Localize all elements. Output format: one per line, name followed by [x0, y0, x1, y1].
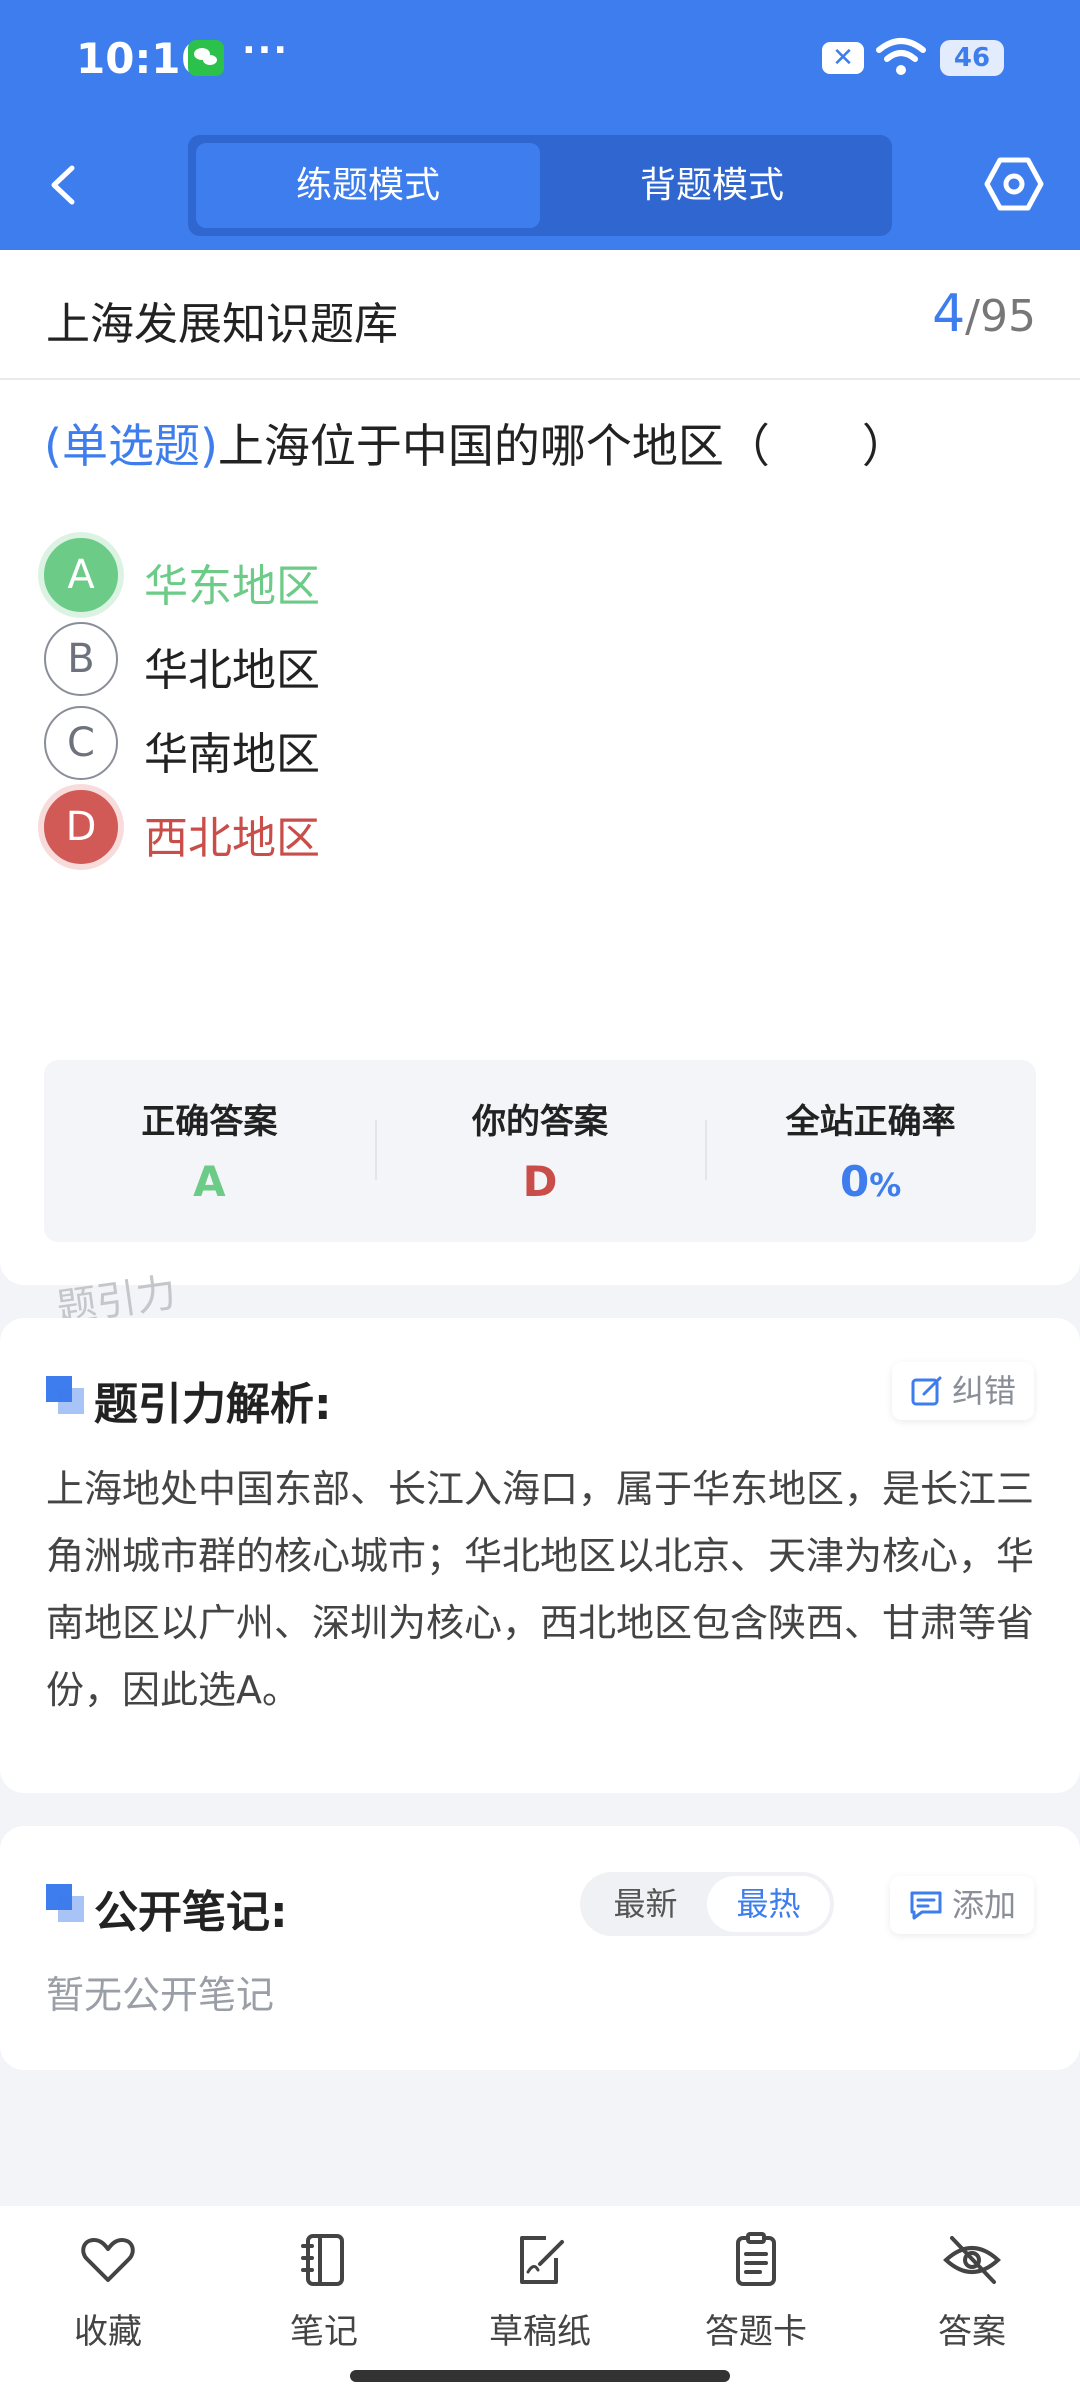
report-error-button[interactable]: 纠错 [891, 1362, 1034, 1420]
stat-label: 全站正确率 [785, 1102, 956, 1142]
stat-label: 正确答案 [141, 1102, 278, 1142]
bottom-label: 答题卡 [705, 2312, 807, 2352]
stat-value: D [522, 1157, 558, 1206]
wechat-icon [188, 40, 224, 76]
option-badge: C [44, 706, 118, 780]
notebook-icon [301, 2234, 344, 2286]
sort-latest[interactable]: 最新 [584, 1876, 707, 1932]
bottom-label: 答案 [938, 2312, 1006, 2352]
progress-current: 4 [932, 284, 966, 344]
rate-number: 0 [840, 1157, 870, 1206]
analysis-text: 上海地处中国东部、长江入海口，属于华东地区，是长江三角洲城市群的核心城市；华北地… [46, 1467, 1035, 1712]
question-text: 上海位于中国的哪个地区（ ） [217, 419, 908, 473]
analysis-section: 题引力解析: 纠错 上海地处中国东部、长江入海口，属于华东地区，是长江三角洲城市… [0, 1318, 1080, 1793]
status-bar: 10:16 ··· ✕ 46 [76, 30, 1004, 86]
add-note-button[interactable]: 添加 [889, 1876, 1034, 1934]
stat-label: 你的答案 [472, 1102, 608, 1142]
mode-switch: 练题模式 背题模式 [188, 135, 892, 236]
section-marker-icon [46, 1376, 84, 1414]
bank-title: 上海发展知识题库 [46, 299, 398, 350]
question-progress[interactable]: 4/95 [932, 284, 1036, 344]
notes-sort-switch: 最新 最热 [580, 1872, 834, 1936]
heart-icon [81, 2238, 135, 2282]
empty-notes-text: 暂无公开笔记 [46, 1973, 275, 2017]
battery-indicator: 46 [940, 40, 1004, 76]
question-card: 上海发展知识题库 4/95 (单选题)上海位于中国的哪个地区（ ） A 华东地区… [0, 250, 1080, 1285]
notes-section: 公开笔记: 最新 最热 添加 暂无公开笔记 [0, 1826, 1080, 2070]
tab-memorize-mode[interactable]: 背题模式 [540, 143, 884, 228]
bottom-label: 草稿纸 [489, 2312, 591, 2352]
progress-separator: / [965, 291, 980, 342]
draft-paper-icon [520, 2236, 564, 2284]
option-text: 华南地区 [144, 729, 320, 780]
edit-icon [911, 1376, 942, 1406]
bank-title-row: 上海发展知识题库 4/95 [0, 250, 1080, 380]
option-c[interactable]: C 华南地区 [44, 706, 944, 782]
mute-icon: ✕ [822, 42, 864, 74]
show-answer-button[interactable]: 答案 [864, 2206, 1080, 2400]
option-d[interactable]: D 西北地区 [44, 790, 944, 866]
more-notifications: ··· [242, 30, 290, 71]
stat-correct-answer: 正确答案 A [44, 1060, 375, 1242]
option-badge: D [44, 790, 118, 864]
sort-hottest[interactable]: 最热 [707, 1876, 830, 1932]
section-marker-icon [46, 1884, 84, 1922]
option-b[interactable]: B 华北地区 [44, 622, 944, 698]
home-indicator[interactable] [350, 2370, 730, 2382]
stat-value: 0% [705, 1157, 1036, 1206]
report-error-label: 纠错 [951, 1372, 1016, 1410]
tab-practice-mode[interactable]: 练题模式 [196, 143, 540, 228]
bottom-label: 收藏 [74, 2312, 142, 2352]
option-badge: A [44, 538, 118, 612]
stat-your-answer: 你的答案 D [374, 1060, 706, 1242]
wifi-icon [876, 38, 926, 75]
eye-off-icon [943, 2236, 1001, 2284]
settings-hexagon-icon[interactable] [984, 154, 1044, 214]
option-text: 华北地区 [144, 645, 320, 696]
header-bar: 10:16 ··· ✕ 46 练题模式 背题模式 [0, 0, 1080, 250]
notes-title: 公开笔记: [94, 1887, 288, 1938]
add-note-label: 添加 [951, 1886, 1016, 1924]
answer-sheet-icon [736, 2232, 776, 2286]
stat-value: A [193, 1157, 226, 1206]
progress-total: 95 [980, 291, 1036, 342]
favorite-button[interactable]: 收藏 [0, 2206, 216, 2400]
rate-unit: % [869, 1166, 902, 1204]
option-text: 西北地区 [144, 813, 320, 864]
analysis-title: 题引力解析: [94, 1379, 332, 1430]
option-badge: B [44, 622, 118, 696]
option-text: 华东地区 [144, 561, 320, 612]
question-type: (单选题) [44, 419, 218, 473]
comment-icon [910, 1891, 942, 1920]
question-stem: (单选题)上海位于中国的哪个地区（ ） [44, 410, 908, 476]
bottom-label: 笔记 [290, 2312, 358, 2352]
option-a[interactable]: A 华东地区 [44, 538, 944, 614]
back-arrow-icon[interactable] [40, 160, 90, 210]
answer-stats: 正确答案 A 你的答案 D 全站正确率 0% [44, 1060, 1036, 1242]
stat-correct-rate: 全站正确率 0% [705, 1060, 1036, 1242]
